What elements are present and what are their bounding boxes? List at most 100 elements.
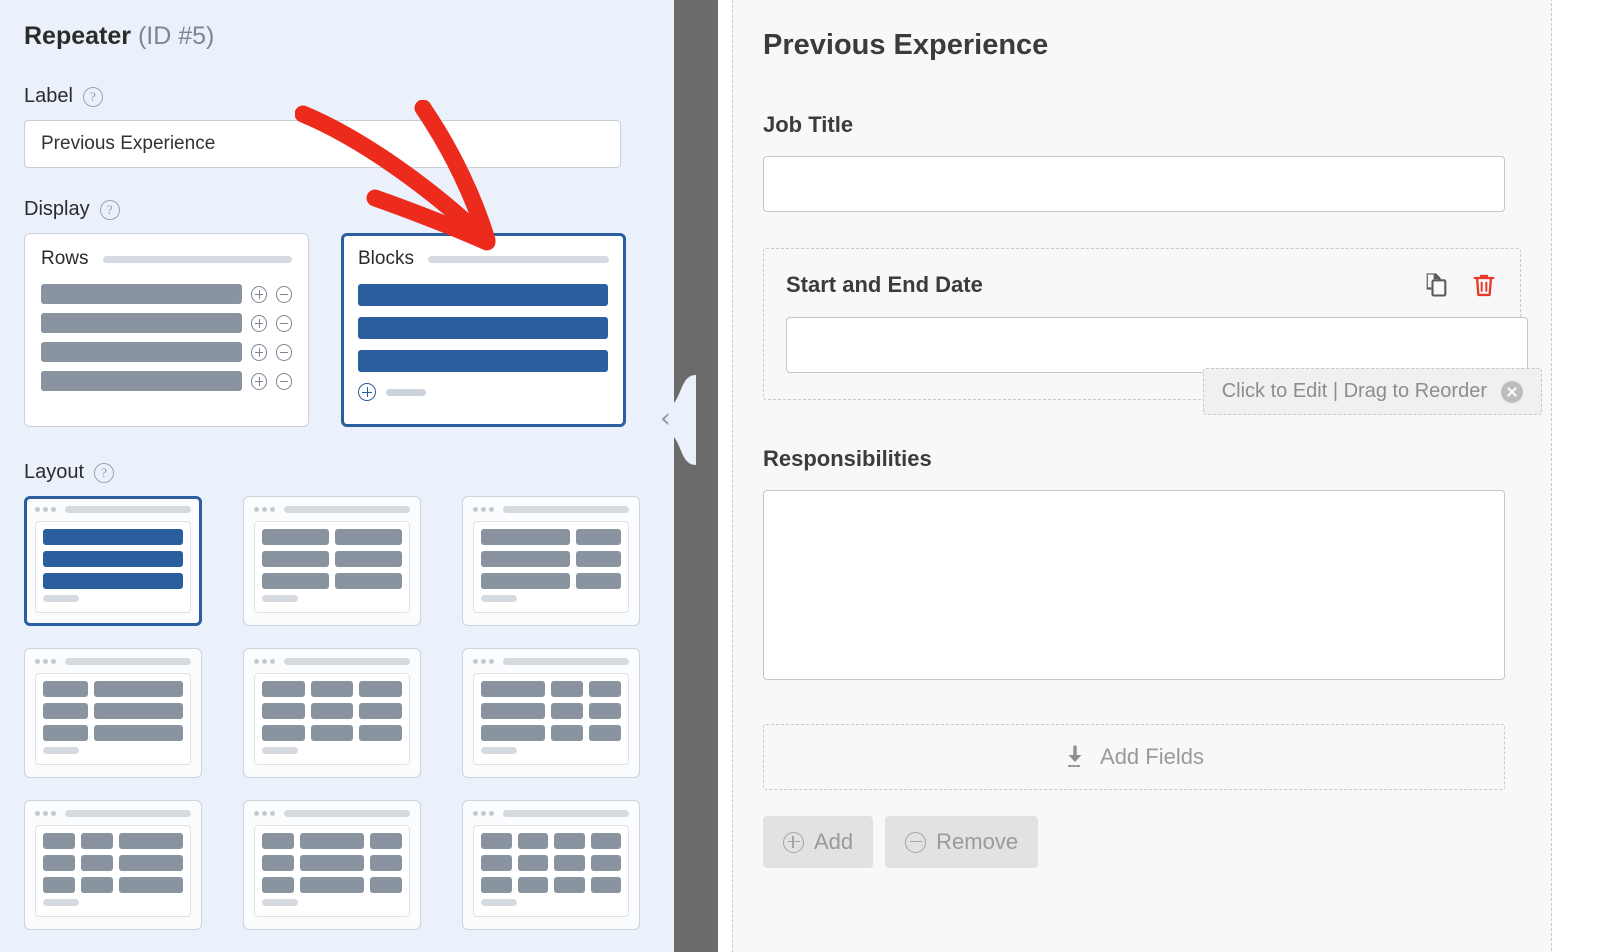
layout-thumb-cell <box>370 877 402 893</box>
layout-thumb-row <box>481 551 621 567</box>
layout-thumb-header <box>35 506 191 513</box>
layout-thumb-cell <box>517 877 548 893</box>
layout-option-half-quarter-quarter[interactable] <box>462 648 640 778</box>
preview-field-responsibilities[interactable]: Responsibilities <box>763 446 1521 680</box>
placeholder-bar <box>262 595 298 602</box>
subfield-actions <box>1422 271 1498 299</box>
add-button[interactable]: Add <box>763 816 874 868</box>
label-input[interactable]: Previous Experience <box>24 120 621 168</box>
layout-thumb-cell <box>481 855 512 871</box>
layout-thumb-cell <box>481 703 545 719</box>
layout-section-header: Layout ? <box>24 461 674 484</box>
layout-option-quarter-quarter-half[interactable] <box>24 800 202 930</box>
start-and-end-date-input[interactable] <box>786 317 1528 373</box>
layout-thumb-row <box>43 877 183 893</box>
display-option-rows[interactable]: Rows <box>24 233 309 427</box>
layout-thumb-header <box>254 658 410 665</box>
collapse-panel-handle[interactable] <box>652 375 696 465</box>
chevron-left-icon[interactable]: ‹ <box>660 405 671 432</box>
label-field-label: Label <box>24 85 73 107</box>
placeholder-bar <box>284 658 410 665</box>
trash-icon[interactable] <box>1470 271 1498 299</box>
plus-circle-icon <box>250 343 267 361</box>
help-icon[interactable]: ? <box>94 462 115 483</box>
display-section-header: Display ? <box>24 198 674 221</box>
add-button-label: Add <box>814 829 854 854</box>
window-dots-icon <box>254 507 275 512</box>
layout-option-quarter-half-quarter[interactable] <box>243 800 421 930</box>
layout-thumb-row <box>43 833 183 849</box>
preview-field-start-and-end-date[interactable]: Start and End Date Click to Edit | Drag … <box>763 248 1542 415</box>
layout-thumb-body <box>254 521 410 613</box>
minus-circle-icon <box>275 314 292 332</box>
plus-circle-icon <box>250 285 267 303</box>
plus-circle-icon <box>250 314 267 332</box>
download-arrow-icon <box>1068 745 1083 767</box>
layout-thumb-cell <box>81 855 113 871</box>
layout-thumb-body <box>473 825 629 917</box>
close-circle-icon[interactable] <box>1501 380 1523 403</box>
layout-thumb-cell <box>481 551 571 567</box>
repeater-field-preview[interactable]: Previous Experience Job Title Start and … <box>732 0 1552 952</box>
window-dots-icon <box>35 659 56 664</box>
layout-thumb-body <box>473 673 629 765</box>
layout-thumb-cell <box>517 833 548 849</box>
placeholder-bar <box>65 506 191 513</box>
layout-option-two-thirds-one-third[interactable] <box>462 496 640 626</box>
layout-thumb-row <box>481 725 621 741</box>
layout-thumb-cell <box>590 877 621 893</box>
layout-option-two-equal[interactable] <box>243 496 421 626</box>
layout-thumb-row <box>481 855 621 871</box>
display-option-blocks[interactable]: Blocks <box>341 233 626 427</box>
layout-thumb-row <box>262 877 402 893</box>
layout-thumb-cell <box>43 855 75 871</box>
layout-thumb-cell <box>481 573 571 589</box>
remove-button-label: Remove <box>936 829 1019 854</box>
blocks-card-title: Blocks <box>358 248 414 269</box>
layout-thumb-cell <box>551 703 583 719</box>
layout-thumb-cell <box>262 877 294 893</box>
layout-thumb-cell <box>589 681 621 697</box>
add-fields-dropzone[interactable]: Add Fields <box>763 724 1505 790</box>
rows-preview-line <box>41 284 292 304</box>
layout-thumb-cell <box>119 877 183 893</box>
placeholder-bar <box>65 810 191 817</box>
layout-thumb-cell <box>517 855 548 871</box>
placeholder-bar <box>41 284 242 304</box>
layout-thumb-cell <box>335 551 402 567</box>
rows-preview-line <box>41 342 292 362</box>
layout-thumb-row <box>43 855 183 871</box>
layout-thumb-cell <box>481 725 545 741</box>
layout-thumb-cell <box>481 877 512 893</box>
label-field-header: Label ? <box>24 85 674 108</box>
field-label: Start and End Date <box>786 272 983 297</box>
preview-field-job-title[interactable]: Job Title <box>763 112 1521 212</box>
layout-thumb-header <box>473 810 629 817</box>
remove-button[interactable]: Remove <box>885 816 1039 868</box>
layout-option-four-equal[interactable] <box>462 800 640 930</box>
placeholder-bar <box>262 899 298 906</box>
job-title-input[interactable] <box>763 156 1505 212</box>
help-icon[interactable]: ? <box>99 199 120 220</box>
layout-thumb-row <box>481 703 621 719</box>
placeholder-bar <box>481 899 517 906</box>
layout-thumb-cell <box>589 703 621 719</box>
layout-thumb-row <box>481 877 621 893</box>
layout-thumb-cell <box>43 529 183 545</box>
layout-thumb-body <box>35 521 191 613</box>
layout-thumb-cell <box>43 833 75 849</box>
layout-thumb-cell <box>370 833 402 849</box>
window-dots-icon <box>473 659 494 664</box>
layout-thumb-row <box>262 833 402 849</box>
layout-thumb-cell <box>310 703 354 719</box>
layout-label: Layout <box>24 461 85 483</box>
help-icon[interactable]: ? <box>82 86 103 107</box>
duplicate-icon[interactable] <box>1422 271 1450 299</box>
layout-thumb-row <box>43 551 183 567</box>
layout-thumb-cell <box>43 551 183 567</box>
layout-option-three-equal[interactable] <box>243 648 421 778</box>
responsibilities-textarea[interactable] <box>763 490 1505 680</box>
layout-option-one-column[interactable] <box>24 496 202 626</box>
layout-thumb-row <box>262 529 402 545</box>
layout-option-one-third-two-thirds[interactable] <box>24 648 202 778</box>
